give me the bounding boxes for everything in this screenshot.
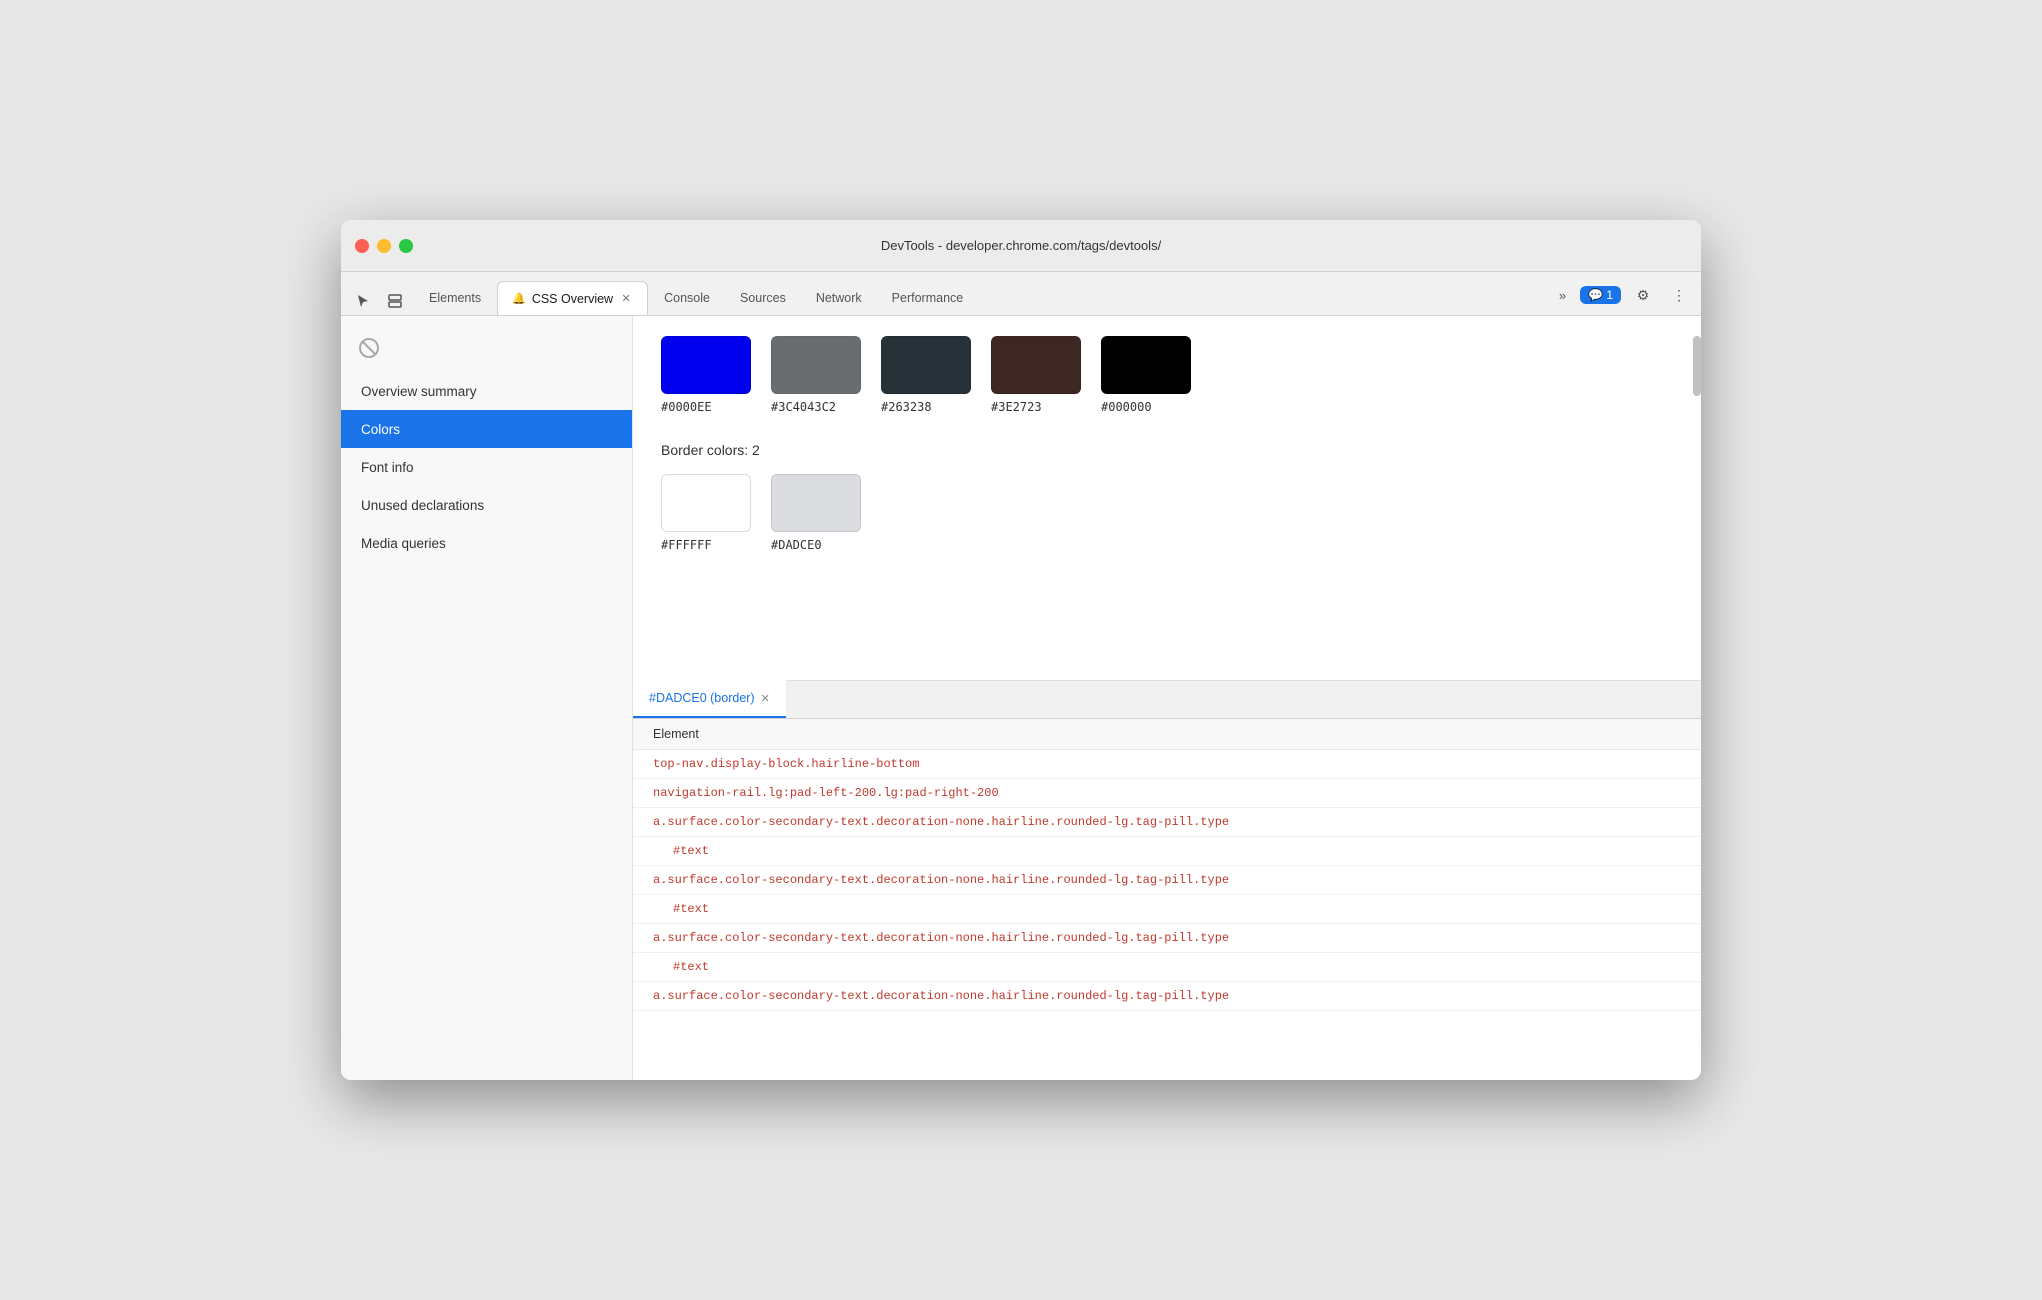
sidebar-item-colors[interactable]: Colors bbox=[341, 410, 632, 448]
tab-console[interactable]: Console bbox=[650, 281, 724, 315]
sidebar-item-colors-label: Colors bbox=[361, 422, 400, 437]
background-colors-row: #0000EE #3C4043C2 #263238 #3E2723 bbox=[661, 336, 1673, 414]
tab-performance-label: Performance bbox=[892, 291, 964, 305]
tab-css-overview-icon: 🔔 bbox=[512, 292, 526, 305]
border-colors-row: #FFFFFF #DADCE0 bbox=[661, 474, 1673, 552]
color-swatch-000000[interactable] bbox=[1101, 336, 1191, 394]
table-row[interactable]: a.surface.color-secondary-text.decoratio… bbox=[633, 982, 1701, 1011]
sidebar-item-font-info-label: Font info bbox=[361, 460, 414, 475]
tab-css-overview-close[interactable]: ✕ bbox=[619, 292, 633, 306]
color-swatch-3e2723[interactable] bbox=[991, 336, 1081, 394]
maximize-button[interactable] bbox=[399, 239, 413, 253]
tab-console-label: Console bbox=[664, 291, 710, 305]
border-colors-title: Border colors: 2 bbox=[661, 442, 1673, 458]
sidebar-item-unused-declarations-label: Unused declarations bbox=[361, 498, 484, 513]
panel-tab-dadce0[interactable]: #DADCE0 (border) ✕ bbox=[633, 680, 786, 718]
color-swatch-3c4043[interactable] bbox=[771, 336, 861, 394]
table-row[interactable]: navigation-rail.lg:pad-left-200.lg:pad-r… bbox=[633, 779, 1701, 808]
sidebar-item-font-info[interactable]: Font info bbox=[341, 448, 632, 486]
color-item-3e2723: #3E2723 bbox=[991, 336, 1081, 414]
sidebar-item-unused-declarations[interactable]: Unused declarations bbox=[341, 486, 632, 524]
tab-sources[interactable]: Sources bbox=[726, 281, 800, 315]
color-swatch-0000ee[interactable] bbox=[661, 336, 751, 394]
table-row[interactable]: #text bbox=[633, 895, 1701, 924]
table-row[interactable]: top-nav.display-block.hairline-bottom bbox=[633, 750, 1701, 779]
color-label-dadce0: #DADCE0 bbox=[771, 538, 822, 552]
traffic-lights bbox=[355, 239, 413, 253]
sidebar: Overview summary Colors Font info Unused… bbox=[341, 316, 633, 1080]
tab-css-overview-label: CSS Overview bbox=[532, 292, 613, 306]
chat-badge[interactable]: 💬 1 bbox=[1580, 286, 1621, 304]
color-swatch-263238[interactable] bbox=[881, 336, 971, 394]
tab-overflow-button[interactable]: » bbox=[1553, 286, 1572, 305]
sidebar-item-overview-summary-label: Overview summary bbox=[361, 384, 477, 399]
color-label-263238: #263238 bbox=[881, 400, 932, 414]
title-bar: DevTools - developer.chrome.com/tags/dev… bbox=[341, 220, 1701, 272]
border-colors-section: Border colors: 2 #FFFFFF #DADCE0 bbox=[661, 442, 1673, 552]
tab-sources-label: Sources bbox=[740, 291, 786, 305]
panel-tab-bar: #DADCE0 (border) ✕ bbox=[633, 681, 1701, 719]
table-row[interactable]: a.surface.color-secondary-text.decoratio… bbox=[633, 808, 1701, 837]
sidebar-item-media-queries-label: Media queries bbox=[361, 536, 446, 551]
main-content: Overview summary Colors Font info Unused… bbox=[341, 316, 1701, 1080]
tab-elements-label: Elements bbox=[429, 291, 481, 305]
table-row[interactable]: #text bbox=[633, 953, 1701, 982]
color-item-0000ee: #0000EE bbox=[661, 336, 751, 414]
elements-rows-container: top-nav.display-block.hairline-bottomnav… bbox=[633, 750, 1701, 1011]
color-label-3e2723: #3E2723 bbox=[991, 400, 1042, 414]
tab-performance[interactable]: Performance bbox=[878, 281, 978, 315]
sidebar-item-overview-summary[interactable]: Overview summary bbox=[341, 372, 632, 410]
more-options-button[interactable]: ⋮ bbox=[1665, 281, 1693, 309]
color-item-dadce0: #DADCE0 bbox=[771, 474, 861, 552]
color-item-263238: #263238 bbox=[881, 336, 971, 414]
color-label-000000: #000000 bbox=[1101, 400, 1152, 414]
ban-icon bbox=[353, 332, 385, 364]
color-item-ffffff: #FFFFFF bbox=[661, 474, 751, 552]
minimize-button[interactable] bbox=[377, 239, 391, 253]
settings-button[interactable]: ⚙ bbox=[1629, 281, 1657, 309]
close-button[interactable] bbox=[355, 239, 369, 253]
layers-button[interactable] bbox=[381, 287, 409, 315]
elements-table-header: Element bbox=[633, 719, 1701, 750]
table-row[interactable]: #text bbox=[633, 837, 1701, 866]
colors-content: #0000EE #3C4043C2 #263238 #3E2723 bbox=[633, 316, 1701, 680]
color-label-ffffff: #FFFFFF bbox=[661, 538, 712, 552]
tab-network-label: Network bbox=[816, 291, 862, 305]
table-row[interactable]: a.surface.color-secondary-text.decoratio… bbox=[633, 924, 1701, 953]
color-label-0000ee: #0000EE bbox=[661, 400, 712, 414]
tab-bar-right: » 💬 1 ⚙ ⋮ bbox=[1553, 281, 1693, 315]
color-swatch-ffffff[interactable] bbox=[661, 474, 751, 532]
color-swatch-dadce0[interactable] bbox=[771, 474, 861, 532]
tab-bar: Elements 🔔 CSS Overview ✕ Console Source… bbox=[341, 272, 1701, 316]
panel-tab-dadce0-close[interactable]: ✕ bbox=[761, 692, 770, 705]
color-item-3c4043: #3C4043C2 bbox=[771, 336, 861, 414]
tab-network[interactable]: Network bbox=[802, 281, 876, 315]
main-scrollbar[interactable] bbox=[1693, 316, 1701, 698]
tab-elements[interactable]: Elements bbox=[415, 281, 495, 315]
elements-table: Element top-nav.display-block.hairline-b… bbox=[633, 719, 1701, 1080]
table-row[interactable]: a.surface.color-secondary-text.decoratio… bbox=[633, 866, 1701, 895]
devtools-window: DevTools - developer.chrome.com/tags/dev… bbox=[341, 220, 1701, 1080]
color-item-000000: #000000 bbox=[1101, 336, 1191, 414]
cursor-tool-button[interactable] bbox=[349, 287, 377, 315]
sidebar-item-media-queries[interactable]: Media queries bbox=[341, 524, 632, 562]
color-label-3c4043: #3C4043C2 bbox=[771, 400, 836, 414]
bottom-panel: #DADCE0 (border) ✕ Element top-nav.displ… bbox=[633, 680, 1701, 1080]
window-title: DevTools - developer.chrome.com/tags/dev… bbox=[881, 238, 1161, 253]
panel-tab-dadce0-label: #DADCE0 (border) bbox=[649, 691, 755, 705]
tab-css-overview[interactable]: 🔔 CSS Overview ✕ bbox=[497, 281, 648, 315]
